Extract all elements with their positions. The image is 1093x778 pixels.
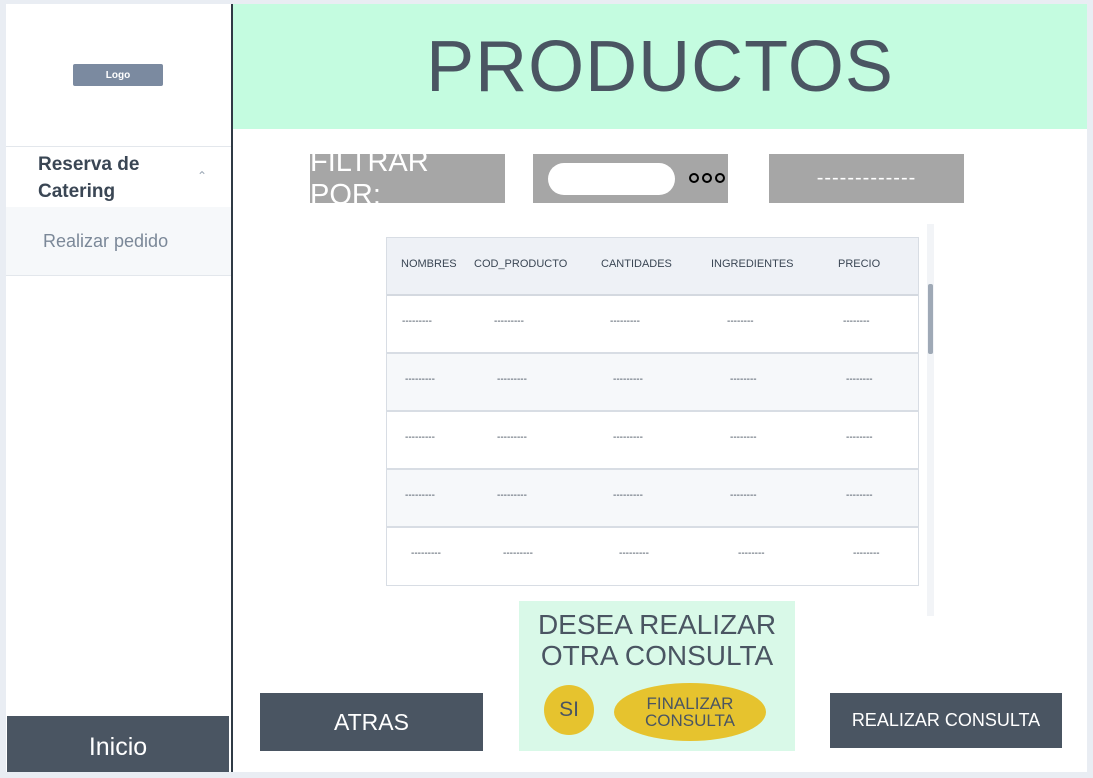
table-row[interactable]: --------- --------- --------- -------- -… — [387, 412, 918, 470]
table-cell: --------- — [494, 316, 524, 327]
ellipsis-icon[interactable] — [689, 173, 725, 183]
table-cell: --------- — [497, 490, 527, 501]
table-cell: -------- — [730, 432, 757, 443]
sidebar-item-label: Realizar pedido — [43, 231, 169, 251]
filter-search-box — [533, 154, 728, 203]
back-button[interactable]: ATRAS — [260, 693, 483, 751]
table-cell: --------- — [497, 432, 527, 443]
table-cell: --------- — [405, 432, 435, 443]
sidebar: Logo Reserva de Catering ⌃ Realizar pedi… — [6, 4, 233, 772]
table-cell: --------- — [402, 316, 432, 327]
inicio-button[interactable]: Inicio — [7, 716, 229, 772]
table-cell: --------- — [503, 548, 533, 559]
table-header: NOMBRES COD_PRODUCTO CANTIDADES INGREDIE… — [387, 238, 918, 296]
table-cell: -------- — [846, 432, 873, 443]
table-cell: -------- — [727, 316, 754, 327]
sidebar-item-realizar-pedido[interactable]: Realizar pedido — [6, 207, 231, 276]
table-cell: --------- — [405, 490, 435, 501]
table-row[interactable]: --------- --------- --------- -------- -… — [387, 296, 918, 354]
table-cell: --------- — [411, 548, 441, 559]
table-cell: -------- — [730, 490, 757, 501]
table-cell: --------- — [405, 374, 435, 385]
sidebar-section-reserva[interactable]: Reserva de Catering ⌃ — [6, 146, 231, 208]
table-row[interactable]: --------- --------- --------- -------- -… — [387, 528, 918, 584]
filter-select[interactable]: ------------- — [769, 154, 964, 203]
table-cell: --------- — [497, 374, 527, 385]
finish-consulta-button[interactable]: FINALIZAR CONSULTA — [614, 683, 766, 741]
yes-button[interactable]: SI — [544, 685, 594, 735]
submit-consulta-button[interactable]: REALIZAR CONSULTA — [830, 693, 1062, 748]
table-cell: -------- — [730, 374, 757, 385]
consulta-panel: DESEA REALIZAR OTRA CONSULTA SI FINALIZA… — [519, 601, 795, 751]
scrollbar-thumb[interactable] — [928, 284, 933, 354]
column-header-cod-producto[interactable]: COD_PRODUCTO — [474, 258, 567, 270]
consulta-question: DESEA REALIZAR OTRA CONSULTA — [537, 609, 777, 671]
table-cell: --------- — [619, 548, 649, 559]
products-table: NOMBRES COD_PRODUCTO CANTIDADES INGREDIE… — [386, 237, 919, 586]
table-row[interactable]: --------- --------- --------- -------- -… — [387, 354, 918, 412]
logo: Logo — [73, 64, 163, 86]
table-cell: -------- — [738, 548, 765, 559]
filter-label: FILTRAR POR: — [310, 146, 505, 211]
chevron-up-icon[interactable]: ⌃ — [197, 169, 207, 183]
table-scrollbar[interactable] — [927, 224, 934, 616]
table-cell: -------- — [846, 490, 873, 501]
page-header: PRODUCTOS — [233, 4, 1087, 129]
filter-input[interactable] — [548, 163, 675, 195]
table-cell: --------- — [613, 374, 643, 385]
column-header-nombres[interactable]: NOMBRES — [401, 258, 457, 270]
table-cell: -------- — [843, 316, 870, 327]
table-cell: -------- — [846, 374, 873, 385]
column-header-cantidades[interactable]: CANTIDADES — [601, 258, 672, 270]
page-title: PRODUCTOS — [426, 27, 894, 107]
table-row[interactable]: --------- --------- --------- -------- -… — [387, 470, 918, 528]
sidebar-section-title: Reserva de Catering — [38, 154, 140, 202]
table-cell: --------- — [613, 432, 643, 443]
table-cell: --------- — [610, 316, 640, 327]
column-header-ingredientes[interactable]: INGREDIENTES — [711, 258, 794, 270]
table-cell: -------- — [853, 548, 880, 559]
column-header-precio[interactable]: PRECIO — [838, 258, 880, 270]
table-cell: --------- — [613, 490, 643, 501]
